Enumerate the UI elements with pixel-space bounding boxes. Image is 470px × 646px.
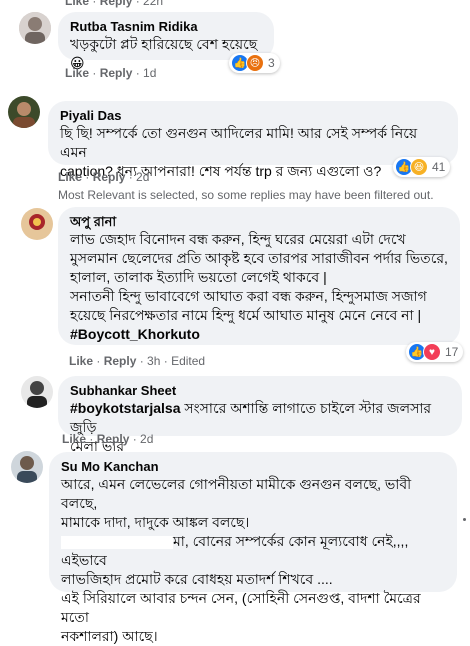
reply-link[interactable]: Reply	[100, 66, 133, 80]
reply-link[interactable]: Reply	[97, 432, 130, 446]
reaction-count: 3	[268, 56, 275, 70]
hashtag-link[interactable]: #Boycott_Khorkuto	[70, 325, 448, 344]
timestamp[interactable]: 3h	[147, 354, 160, 368]
reply-link[interactable]: Reply	[104, 354, 137, 368]
reaction-summary[interactable]: 👍 ♥ 17	[406, 342, 464, 362]
timestamp[interactable]: 1d	[143, 66, 156, 80]
avatar[interactable]	[11, 451, 43, 483]
redacted-region	[61, 535, 173, 549]
reaction-summary[interactable]: 👍 😠 3	[229, 53, 280, 73]
comment-text-line: নকশালরা) আছে।	[61, 628, 158, 644]
comment-text-line: হয়েছে নিরপেক্ষতার নামে হিন্দু ধর্মে আঘা…	[70, 307, 422, 323]
avatar[interactable]	[8, 96, 40, 128]
comment-text-line: আরে, এমন লেভেলের গোপনীয়তা মামীকে গুনগুন…	[61, 476, 412, 511]
commenter-name[interactable]: Subhankar Sheet	[70, 383, 450, 399]
timestamp[interactable]: 2d	[140, 432, 153, 446]
timestamp[interactable]: 2d	[136, 170, 149, 184]
timestamp[interactable]: 22h	[143, 0, 163, 8]
filter-note: Most Relevant is selected, so some repli…	[58, 188, 434, 202]
commenter-name[interactable]: Piyali Das	[60, 108, 446, 124]
angry-icon: 😠	[246, 54, 264, 72]
commenter-name[interactable]: অপু রানা	[70, 214, 448, 230]
commenter-name[interactable]: Rutba Tasnim Ridika	[70, 19, 262, 35]
comment-bubble: Subhankar Sheet #boykotstarjalsa সংসারে …	[58, 376, 462, 454]
comment-text-line: মুসলমান ছেলেদের প্রতি আকৃষ্ট হবে তারপর স…	[70, 250, 448, 266]
reaction-count: 17	[445, 345, 459, 359]
comment-actions: Like · Reply · 3h · Edited	[69, 354, 206, 368]
comment-text-line: মামাকে দাদা, দাদুকে আঙ্কল বলছে।	[61, 514, 250, 530]
reply-link[interactable]: Reply	[93, 170, 126, 184]
comment-text-line: এই সিরিয়ালে আবার চন্দন সেন, (সোহিনী সেন…	[61, 590, 421, 625]
comment-actions: Like · Reply · 1d	[65, 66, 157, 80]
comment-text-line: লাভজিহাদ প্রমোট করে বোধহয় মতাদর্শ শিখবে…	[61, 571, 333, 587]
more-options-dot[interactable]	[463, 518, 466, 521]
reaction-count: 41	[432, 160, 446, 174]
like-link[interactable]: Like	[65, 0, 89, 8]
avatar[interactable]	[21, 376, 53, 408]
commenter-name[interactable]: Su Mo Kanchan	[61, 459, 445, 475]
comment-text-line: ছি ছি! সম্পর্কে তো গুনগুন আদিলের মামি! আ…	[60, 125, 418, 160]
comment-text-line: হালাল, তালাক ইত্যাদি ভয়তো লেগেই থাকবে |	[70, 269, 327, 285]
like-link[interactable]: Like	[69, 354, 93, 368]
reply-link[interactable]: Reply	[100, 0, 133, 8]
reaction-summary[interactable]: 👍 😆 41	[393, 157, 451, 177]
comment-text-line: সনাতনী হিন্দু ভাবাবেগে আঘাত করা বন্ধ করু…	[70, 288, 427, 304]
like-link[interactable]: Like	[62, 432, 86, 446]
hashtag-link[interactable]: #boykotstarjalsa	[70, 400, 181, 416]
comment-bubble: Su Mo Kanchan আরে, এমন লেভেলের গোপনীয়তা…	[49, 452, 457, 644]
avatar[interactable]	[21, 208, 53, 240]
haha-icon: 😆	[410, 158, 428, 176]
comment-text-line: লাভ জেহাদ বিনোদন বন্ধ করুন, হিন্দু ঘরের …	[70, 231, 406, 247]
comment-actions: Like · Reply · 2d	[62, 432, 154, 446]
like-link[interactable]: Like	[58, 170, 82, 184]
comment-actions-top: Like · Reply · 22h	[65, 0, 163, 8]
comment-bubble: Piyali Das ছি ছি! সম্পর্কে তো গুনগুন আদি…	[48, 101, 458, 179]
avatar[interactable]	[19, 12, 51, 44]
edited-label: Edited	[171, 354, 206, 368]
love-icon: ♥	[423, 343, 441, 361]
like-link[interactable]: Like	[65, 66, 89, 80]
comment-bubble: অপু রানা লাভ জেহাদ বিনোদন বন্ধ করুন, হিন…	[58, 207, 460, 345]
comment-actions: Like · Reply · 2d	[58, 170, 150, 184]
